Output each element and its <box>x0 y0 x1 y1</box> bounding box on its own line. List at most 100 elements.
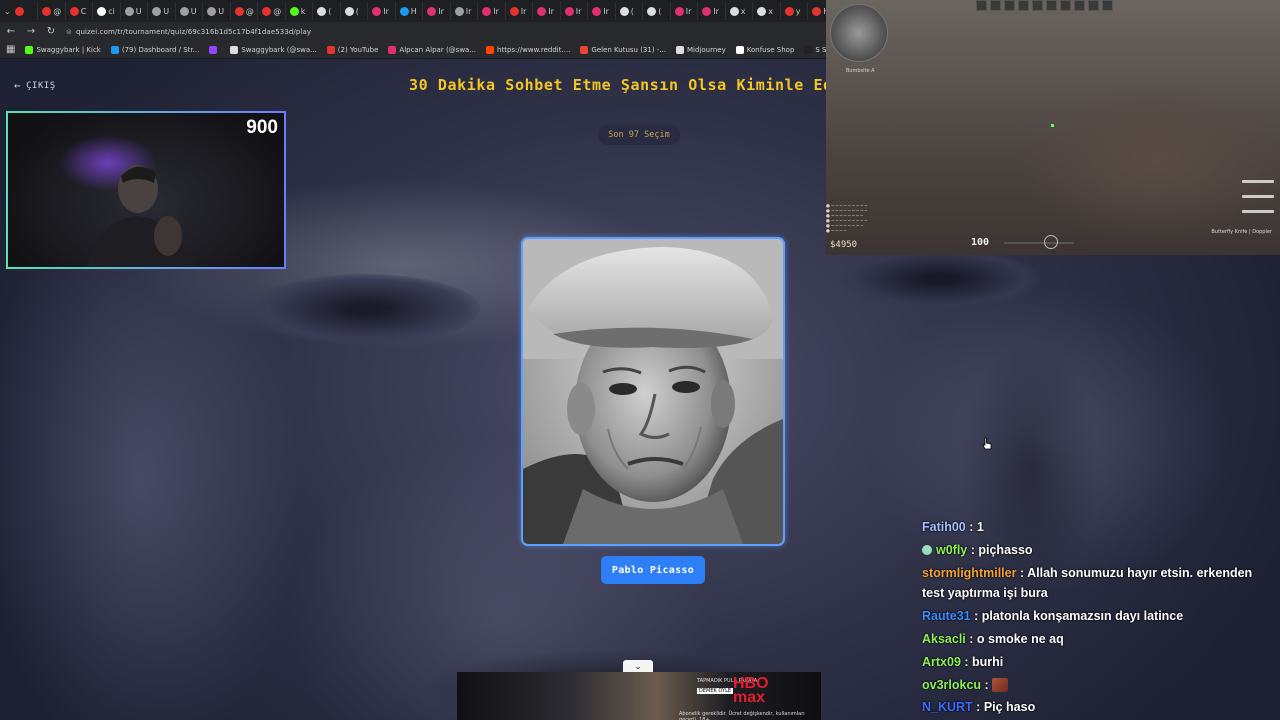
bookmark-item[interactable]: Swaggybark | Kick <box>25 45 101 54</box>
bookmark-item[interactable] <box>209 45 220 54</box>
ad-cta: DEMEK ÖYLE <box>697 688 734 694</box>
arrow-left-icon: ← <box>14 79 22 92</box>
health-bar <box>1004 242 1074 244</box>
tab-label: U <box>163 6 170 16</box>
bookmark-item[interactable]: (2) YouTube <box>326 45 379 54</box>
exit-button[interactable]: ← ÇIKIŞ <box>14 79 56 92</box>
tab-label: Ir <box>575 6 582 16</box>
tab-label: x <box>768 6 773 16</box>
browser-tab[interactable]: Ir <box>588 2 616 20</box>
tab-label: ( <box>328 6 332 16</box>
browser-tab[interactable]: x <box>753 2 781 20</box>
tab-favicon-icon <box>179 6 189 16</box>
browser-tab[interactable]: ( <box>313 2 341 20</box>
browser-tab[interactable]: ( <box>341 2 369 20</box>
browser-tab[interactable]: Ir <box>561 2 589 20</box>
browser-tab[interactable]: U <box>148 2 176 20</box>
browser-tab[interactable]: @ <box>231 2 259 20</box>
browser-tab[interactable]: H <box>396 2 424 20</box>
browser-tab[interactable]: ci <box>93 2 121 20</box>
url-field[interactable]: ⊜ quizei.com/tr/tournament/quiz/69c316b1d… <box>66 28 311 36</box>
browser-tab[interactable]: k <box>286 2 314 20</box>
bookmark-item[interactable]: Gelen Kutusu (31) -... <box>580 45 666 54</box>
bookmark-item[interactable]: https://www.reddit.... <box>486 45 571 54</box>
chat-message: Raute31 : platonla konşamazsın dayı lati… <box>922 608 1184 623</box>
bookmark-item[interactable]: Swaggybark (@swa... <box>230 45 317 54</box>
chat-overlay: Fatih00 : 1 w0fly : piçhasso stormlightmil… <box>922 518 1272 720</box>
bookmark-favicon-icon <box>676 45 684 54</box>
chat-emote-icon <box>992 677 1009 692</box>
bookmark-item[interactable]: Konfuse Shop <box>735 45 794 54</box>
browser-tab[interactable]: H <box>808 2 826 20</box>
bookmark-favicon-icon <box>25 45 34 54</box>
browser-tab[interactable]: Ir <box>423 2 451 20</box>
chat-message: Aksacli : o smoke ne aq <box>922 631 1064 646</box>
ad-banner[interactable]: TAPMADIK PULA PARAYA DEMEK ÖYLE HBO max A… <box>457 672 821 720</box>
browser-tab[interactable]: Ir <box>533 2 561 20</box>
back-icon[interactable]: ← <box>6 26 16 37</box>
candidate-select-button[interactable]: Pablo Picasso <box>601 556 705 584</box>
apps-grid-icon[interactable]: ▦ <box>6 44 15 55</box>
browser-tab[interactable]: x <box>726 2 754 20</box>
browser-tab[interactable]: U <box>176 2 204 20</box>
chat-text: 1 <box>976 520 984 534</box>
tab-label: U <box>190 6 197 16</box>
bookmark-label: (79) Dashboard / Str... <box>121 45 200 54</box>
reload-icon[interactable]: ↻ <box>46 26 56 37</box>
tab-label: Ir <box>685 6 692 16</box>
chat-text: platonla konşamazsın dayı latince <box>981 608 1184 623</box>
bookmark-favicon-icon <box>735 45 744 54</box>
browser-tab[interactable]: Ir <box>451 2 479 20</box>
tab-favicon-icon <box>454 6 464 16</box>
tab-favicon-icon <box>234 6 244 16</box>
bookmark-label: https://www.reddit.... <box>497 45 571 54</box>
bookmark-item[interactable]: Midjourney <box>676 45 726 54</box>
chat-message: stormlightmiller : Allah sonumuzu hayır … <box>922 565 1253 600</box>
browser-tab[interactable]: Ir <box>506 2 534 20</box>
browser-tab[interactable]: y <box>781 2 809 20</box>
browser-tab[interactable] <box>11 2 39 20</box>
tab-favicon-icon <box>564 6 574 16</box>
tab-label: H <box>410 6 417 16</box>
site-info-icon[interactable]: ⊜ <box>66 28 72 36</box>
team-emblem-icon <box>1044 235 1058 249</box>
tab-label: k <box>300 6 306 16</box>
browser-tab[interactable]: ( <box>616 2 644 20</box>
tab-favicon-icon <box>427 6 437 16</box>
game-overlay: Bombsite A ● ─ ─ ─ ─ ─ ─ ─ ─ ─ ● ─ ─ ─ ─ … <box>826 0 1280 255</box>
chat-username: w0fly <box>936 542 968 557</box>
browser-tab[interactable]: C <box>66 2 94 20</box>
minimap-location: Bombsite A <box>846 68 875 74</box>
tab-label: @ <box>273 6 282 16</box>
browser-tab[interactable]: ( <box>643 2 671 20</box>
bookmark-item[interactable]: (79) Dashboard / Str... <box>110 45 200 54</box>
chevron-down-icon: ⌄ <box>634 661 642 671</box>
browser-tab[interactable]: U <box>121 2 149 20</box>
browser-tab-bar: ⌄ @ Cci U U U U @ @ k ((Ir H Ir Ir Ir Ir Ir Ir Ir ((Ir Ir x x… <box>0 0 826 22</box>
bookmark-item[interactable]: Alpcan Alpar (@swa... <box>388 45 476 54</box>
browser-tab[interactable]: Ir <box>368 2 396 20</box>
bookmark-label: Swaggybark (@swa... <box>241 45 317 54</box>
tab-favicon-icon <box>509 6 519 16</box>
browser-tab[interactable]: Ir <box>478 2 506 20</box>
bookmark-item[interactable]: S Sport Plus-İstediği... <box>804 45 826 54</box>
browser-tab[interactable]: U <box>203 2 231 20</box>
exit-label: ÇIKIŞ <box>26 80 56 91</box>
chat-text: burhi <box>972 654 1004 669</box>
tab-label: ( <box>658 6 662 16</box>
tab-favicon-icon <box>124 6 134 16</box>
browser-tab[interactable]: @ <box>38 2 66 20</box>
tab-list-chevron-icon[interactable]: ⌄ <box>4 7 11 16</box>
tab-favicon-icon <box>69 6 79 16</box>
candidate-photo-card[interactable] <box>521 237 785 546</box>
browser-tab[interactable]: Ir <box>671 2 699 20</box>
bookmark-label: (2) YouTube <box>337 45 379 54</box>
browser-tab[interactable]: Ir <box>698 2 726 20</box>
tab-favicon-icon <box>317 6 327 16</box>
chat-username: ov3rlokcu <box>922 677 982 692</box>
chat-message: N_KURT : Piç haso <box>922 700 1036 715</box>
forward-icon[interactable]: → <box>26 26 36 37</box>
bookmark-favicon-icon <box>804 45 813 54</box>
tab-label: ci <box>108 6 115 16</box>
browser-tab[interactable]: @ <box>258 2 286 20</box>
